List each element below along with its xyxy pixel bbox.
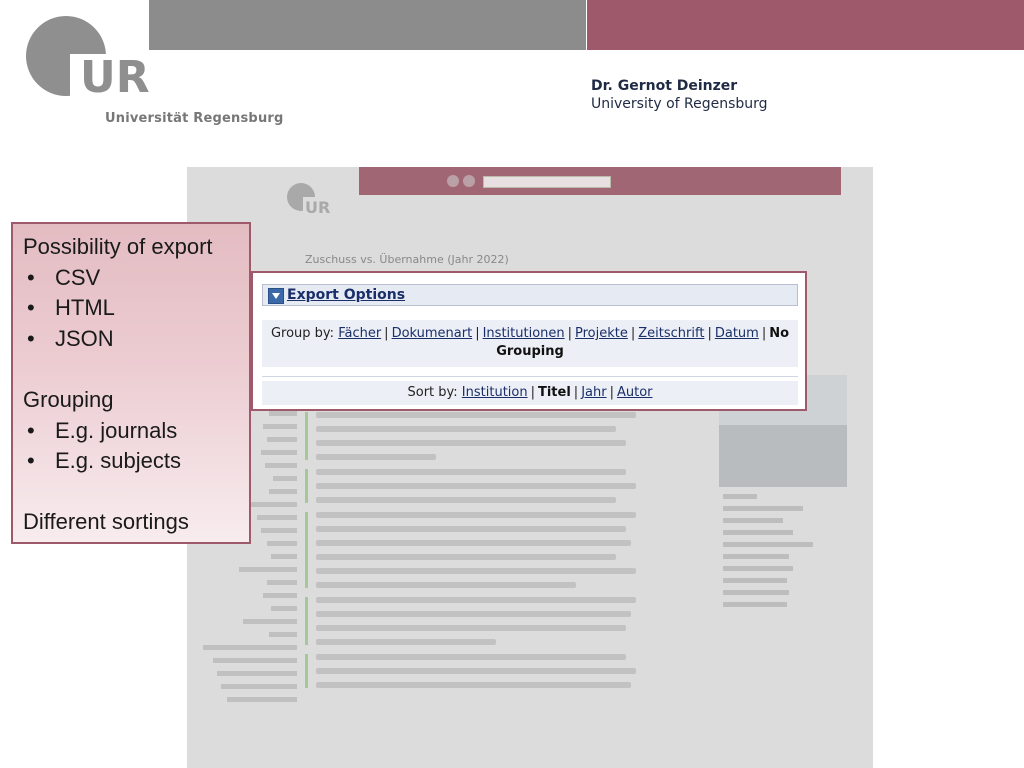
embedded-logo-letters: UR [305,198,330,217]
info-bullet-item: • HTML [23,293,249,324]
embedded-entry [305,412,705,460]
separator: | [384,326,389,341]
bullet-icon: • [27,264,35,290]
export-options-title[interactable]: Export Options [287,287,405,303]
bullet-icon: • [27,448,35,474]
info-bullet-item: • E.g. journals [23,416,249,447]
embedded-entries [305,407,705,697]
export-options-panel: Export Options Group by: Fächer | Dokumena… [251,271,807,411]
sort-by-option-link[interactable]: Jahr [581,385,606,400]
bullet-text: E.g. subjects [55,448,181,474]
embedded-round-icon [447,175,459,187]
export-options-header[interactable]: Export Options [262,284,798,306]
group-by-label: Group by: [270,326,339,341]
embedded-topbar [359,167,841,195]
embedded-logo-icon: UR [287,183,330,217]
separator: | [630,326,636,341]
separator: | [609,385,614,400]
group-by-option-link[interactable]: Institutionen [483,326,565,341]
embedded-heading: Zuschuss vs. Übernahme (Jahr 2022) [305,253,509,266]
separator: | [530,385,535,400]
group-by-option-link[interactable]: Datum [715,326,759,341]
embedded-entry [305,469,705,503]
info-heading: Grouping [23,386,114,412]
embedded-entry [305,654,705,688]
group-by-option-link[interactable]: Zeitschrift [638,326,704,341]
header-bar-red [587,0,1024,50]
group-by-row: Group by: Fächer | Dokumenart | Institutione… [262,320,798,367]
sort-by-selected: Titel [537,385,571,400]
separator: | [475,326,480,341]
presenter-affiliation: University of Regensburg [591,96,768,112]
separator: | [707,326,712,341]
university-name: Universität Regensburg [105,111,284,126]
embedded-round-icon [463,175,475,187]
group-by-option-link[interactable]: Dokumenart [392,326,473,341]
separator: | [761,326,767,341]
separator: | [573,385,579,400]
sort-by-option-link[interactable]: Autor [617,385,653,400]
embedded-screenshot: UR Zuschuss vs. Übernahme (Jahr 2022) [187,167,873,768]
divider [262,376,798,377]
bullet-icon: • [27,295,35,321]
logo-letters: UR [80,52,150,103]
bullet-text: CSV [55,264,101,290]
embedded-entry [305,512,705,588]
embedded-search-field [483,176,611,188]
triangle-down-icon[interactable] [268,288,284,304]
info-box: Possibility of export • CSV • HTML • JSON Group… [11,222,251,544]
sort-by-row: Sort by: Institution | Titel | Jahr | Autor [262,381,798,405]
bullet-icon: • [27,325,35,351]
info-heading: Possibility of export [23,234,213,259]
separator: | [567,326,573,341]
bullet-icon: • [27,417,35,443]
bullet-text: E.g. journals [55,417,178,443]
info-bullet-item: • JSON [23,324,249,355]
group-by-option-link[interactable]: Projekte [575,326,628,341]
embedded-contact [723,493,863,613]
presenter-name: Dr. Gernot Deinzer [591,78,738,94]
sort-by-label: Sort by: [407,385,462,400]
info-heading: Different sortings [23,509,189,535]
info-bullet-item: • E.g. subjects [23,446,249,477]
bullet-text: HTML [55,295,115,321]
embedded-entry [305,597,705,645]
presenter-block: Dr. Gernot Deinzer University of Regensb… [591,77,768,113]
info-bullet-item: • CSV [23,263,249,294]
group-by-option-link[interactable]: Fächer [338,326,381,341]
bullet-text: JSON [55,325,114,351]
sort-by-option-link[interactable]: Institution [462,385,528,400]
